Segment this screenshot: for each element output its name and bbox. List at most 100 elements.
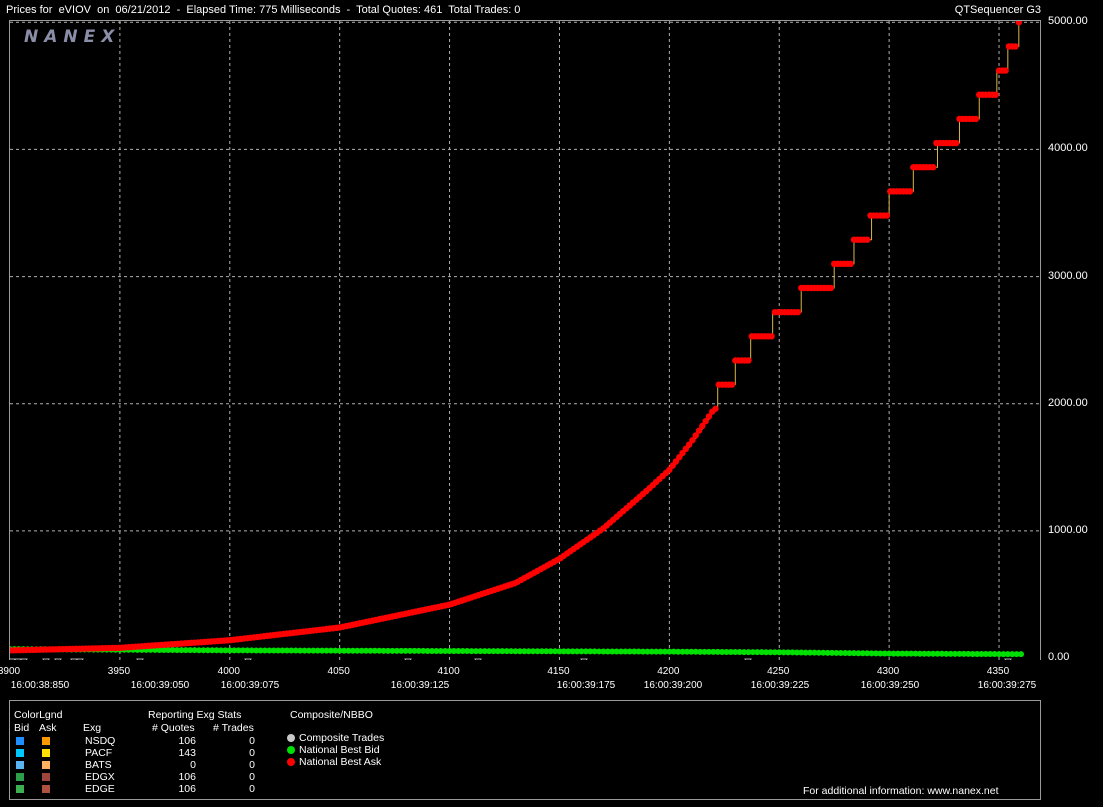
trade-marker bbox=[744, 658, 752, 660]
app-name: QTSequencer G3 bbox=[954, 4, 1041, 16]
y-tick-label: 2000.00 bbox=[1048, 396, 1088, 409]
x-tick-label: 3900 bbox=[0, 666, 21, 677]
time-label: 16:00:39:075 bbox=[220, 680, 280, 691]
ask-point bbox=[929, 164, 937, 171]
legend-trades: 0 bbox=[249, 759, 255, 771]
ask-swatch bbox=[42, 785, 50, 793]
bid-swatch bbox=[16, 773, 24, 781]
trade-marker bbox=[404, 658, 412, 660]
time-label: 16:00:38:850 bbox=[10, 680, 70, 691]
legend-quotes: 106 bbox=[178, 783, 196, 795]
title-bar: Prices for eVIOV on 06/21/2012 - Elapsed… bbox=[0, 0, 1103, 20]
ask-point bbox=[1002, 67, 1009, 74]
legend-bid-header: Bid bbox=[14, 722, 30, 734]
ask-point bbox=[906, 188, 914, 195]
legend-exg: NSDQ bbox=[85, 735, 116, 747]
ask-point bbox=[952, 139, 960, 147]
y-tick-label: 4000.00 bbox=[1048, 142, 1088, 155]
x-tick-label: 4300 bbox=[877, 666, 900, 677]
price-chart bbox=[10, 21, 1040, 660]
ask-point bbox=[847, 260, 854, 268]
x-tick-label: 4150 bbox=[547, 666, 570, 677]
time-label: 16:00:39:050 bbox=[130, 680, 190, 691]
ask-swatch bbox=[42, 737, 50, 745]
composite-dot bbox=[287, 746, 295, 754]
composite-label: National Best Ask bbox=[299, 756, 382, 768]
legend-reporting-header: Reporting Exg Stats bbox=[148, 709, 242, 721]
bid-point bbox=[1018, 651, 1025, 658]
ask-swatch bbox=[42, 761, 50, 769]
ask-point bbox=[863, 236, 871, 243]
composite-dot bbox=[287, 758, 295, 766]
legend-quotes-header: # Quotes bbox=[152, 722, 195, 734]
ask-point bbox=[728, 381, 736, 388]
x-tick-label: 4000 bbox=[217, 666, 240, 677]
ask-point bbox=[827, 284, 835, 292]
legend-trades: 0 bbox=[249, 747, 255, 759]
legend-quotes: 143 bbox=[178, 747, 196, 759]
x-tick-label: 4050 bbox=[327, 666, 350, 677]
ask-point bbox=[745, 357, 752, 364]
composite-label: Composite Trades bbox=[299, 732, 385, 744]
trade-marker bbox=[76, 658, 84, 660]
ask-point bbox=[883, 212, 891, 219]
trade-marker bbox=[70, 658, 78, 660]
composite-dot bbox=[287, 734, 295, 742]
ask-point bbox=[712, 405, 719, 412]
y-tick-label: 1000.00 bbox=[1048, 523, 1088, 536]
ask-swatch bbox=[42, 773, 50, 781]
bid-swatch bbox=[16, 737, 24, 745]
nanex-logo: NANEX bbox=[24, 27, 121, 47]
legend-exg: EDGX bbox=[85, 771, 115, 783]
y-tick-label: 3000.00 bbox=[1048, 269, 1088, 282]
time-label: 16:00:39:250 bbox=[860, 680, 920, 691]
legend-colorlgnd: ColorLgnd bbox=[14, 709, 63, 721]
x-tick-label: 4250 bbox=[767, 666, 790, 677]
bid-swatch bbox=[16, 785, 24, 793]
time-label: 16:00:39:200 bbox=[643, 680, 703, 691]
trade-marker bbox=[580, 658, 588, 660]
legend-exg: PACF bbox=[85, 747, 113, 759]
legend-quotes: 106 bbox=[178, 771, 196, 783]
legend-composite-header: Composite/NBBO bbox=[290, 709, 373, 721]
legend-trades: 0 bbox=[249, 735, 255, 747]
x-tick-label: 4100 bbox=[437, 666, 460, 677]
ask-point bbox=[794, 308, 802, 316]
composite-label: National Best Bid bbox=[299, 744, 380, 756]
plot-area[interactable] bbox=[9, 20, 1041, 660]
legend-exg: EDGE bbox=[85, 783, 115, 795]
ask-point bbox=[1015, 21, 1023, 26]
legend-exg-header: Exg bbox=[83, 722, 102, 734]
time-label: 16:00:39:275 bbox=[977, 680, 1037, 691]
time-label: 16:00:39:125 bbox=[390, 680, 450, 691]
ask-point bbox=[1012, 43, 1019, 50]
bid-swatch bbox=[16, 761, 24, 769]
legend-trades: 0 bbox=[249, 783, 255, 795]
legend-quotes: 106 bbox=[178, 735, 196, 747]
trade-marker bbox=[244, 658, 252, 660]
trade-marker bbox=[10, 658, 16, 660]
trade-marker bbox=[1004, 658, 1012, 660]
x-tick-label: 4350 bbox=[986, 666, 1010, 677]
x-tick-label: 3950 bbox=[107, 666, 131, 677]
trade-marker bbox=[474, 658, 482, 660]
trade-marker bbox=[54, 658, 62, 660]
y-tick-label: 0.00 bbox=[1048, 651, 1070, 663]
x-tick-label: 4200 bbox=[657, 666, 680, 677]
bid-swatch bbox=[16, 749, 24, 757]
info-text: For additional information: www.nanex.ne… bbox=[803, 785, 999, 797]
ask-step-line bbox=[10, 21, 1022, 651]
ask-point bbox=[768, 333, 775, 340]
trade-marker bbox=[20, 658, 28, 660]
trade-marker bbox=[14, 658, 22, 660]
legend-trades-header: # Trades bbox=[213, 722, 254, 734]
y-tick-label: 5000.00 bbox=[1048, 15, 1088, 28]
legend-exg: BATS bbox=[85, 759, 112, 771]
legend-ask-header: Ask bbox=[39, 722, 57, 734]
trade-marker bbox=[42, 658, 50, 660]
ask-swatch bbox=[42, 749, 50, 757]
legend-quotes: 0 bbox=[190, 759, 196, 771]
legend-panel: ColorLgnd Bid Ask Exg Reporting Exg Stat… bbox=[9, 700, 1041, 800]
ask-point bbox=[992, 91, 999, 98]
trade-marker bbox=[136, 658, 144, 660]
